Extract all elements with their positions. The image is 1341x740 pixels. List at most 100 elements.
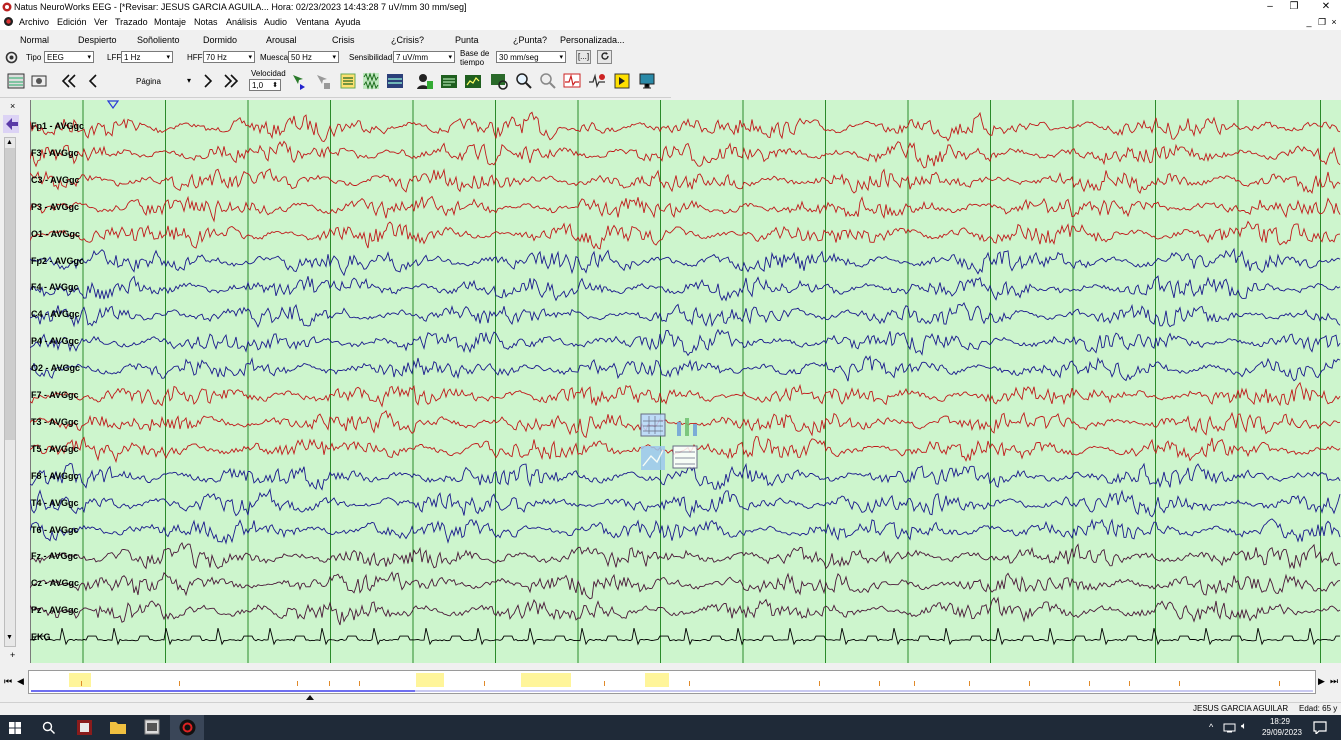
- first-page-icon[interactable]: [60, 72, 78, 90]
- spike-detection-icon[interactable]: [563, 72, 581, 90]
- timeline-event-tick[interactable]: [297, 681, 298, 686]
- timeline-overview[interactable]: [28, 670, 1316, 694]
- velocidad-spinner[interactable]: 1,0 ⬍: [249, 79, 281, 91]
- cursor-stop-icon[interactable]: [314, 72, 332, 90]
- channel-label[interactable]: Pz - AVGgc: [31, 605, 79, 615]
- timeline-end-icon[interactable]: ⏭: [1330, 676, 1338, 687]
- timeline-event-tick[interactable]: [604, 681, 605, 686]
- waveforms-icon[interactable]: [362, 72, 380, 90]
- channel-label[interactable]: P3 - AVGgc: [31, 202, 79, 212]
- timeline-event-tick[interactable]: [969, 681, 970, 686]
- preset-personalizada[interactable]: Personalizada...: [560, 35, 625, 45]
- mdi-close-button[interactable]: ×: [1328, 17, 1340, 27]
- preset-dormido[interactable]: Dormido: [203, 35, 237, 45]
- menu-edicion[interactable]: Edición: [57, 17, 87, 27]
- channel-label[interactable]: C3 - AVGgc: [31, 175, 80, 185]
- hff-select[interactable]: 70 Hz ▾: [203, 51, 255, 63]
- taskbar-active-app[interactable]: [170, 715, 204, 740]
- last-page-icon[interactable]: [222, 72, 240, 90]
- report-icon[interactable]: [440, 72, 458, 90]
- menu-archivo[interactable]: Archivo: [19, 17, 49, 27]
- ecg-detection-icon[interactable]: [588, 72, 606, 90]
- base-tiempo-select[interactable]: 30 mm/seg ▾: [496, 51, 566, 63]
- timeline-event-tick[interactable]: [914, 681, 915, 686]
- channel-label[interactable]: O2 - AVGgc: [31, 363, 80, 373]
- tray-chevron-icon[interactable]: ^: [1209, 722, 1213, 732]
- refresh-button[interactable]: [597, 50, 612, 64]
- channel-label[interactable]: T6 - AVGgc: [31, 525, 79, 535]
- menu-montaje[interactable]: Montaje: [154, 17, 186, 27]
- channel-label[interactable]: EKG: [31, 632, 51, 642]
- timeline-event-tick[interactable]: [1179, 681, 1180, 686]
- restore-button[interactable]: ❐: [1282, 0, 1306, 14]
- screen-layout-icon[interactable]: [386, 72, 404, 90]
- vertical-scroll-thumb[interactable]: [5, 148, 15, 440]
- gear-icon[interactable]: [5, 51, 18, 64]
- sensibilidad-select[interactable]: 7 uV/mm ▾: [393, 51, 455, 63]
- timeline-event-tick[interactable]: [879, 681, 880, 686]
- channel-label[interactable]: Fp2 - AVGgc: [31, 256, 84, 266]
- menu-ver[interactable]: Ver: [94, 17, 108, 27]
- mdi-restore-button[interactable]: ❐: [1316, 17, 1328, 28]
- timeline-event-tick[interactable]: [81, 681, 82, 686]
- muesca-select[interactable]: 50 Hz ▾: [288, 51, 339, 63]
- events-list-icon[interactable]: [339, 72, 357, 90]
- preset-crisis-q[interactable]: ¿Crisis?: [391, 35, 424, 45]
- preset-despierto[interactable]: Despierto: [78, 35, 117, 45]
- monitor-icon[interactable]: [638, 72, 656, 90]
- channel-label[interactable]: Fp1 - AVGgc: [31, 121, 84, 131]
- bracket-button[interactable]: [...]: [576, 50, 591, 64]
- patient-info-icon[interactable]: [416, 72, 434, 90]
- channel-label[interactable]: O1 - AVGgc: [31, 229, 80, 239]
- lff-select[interactable]: 1 Hz ▾: [121, 51, 173, 63]
- timeline-event-tick[interactable]: [1089, 681, 1090, 686]
- trends-icon[interactable]: [464, 72, 482, 90]
- clock-time[interactable]: 18:29: [1256, 717, 1290, 726]
- menu-audio[interactable]: Audio: [264, 17, 287, 27]
- scroll-up-icon[interactable]: ▲: [6, 139, 13, 146]
- time-cursor-marker-icon[interactable]: [107, 100, 119, 109]
- timeline-event-tick[interactable]: [1279, 681, 1280, 686]
- marker-icon[interactable]: [613, 72, 631, 90]
- preset-punta-q[interactable]: ¿Punta?: [513, 35, 547, 45]
- channel-label[interactable]: T4 - AVGgc: [31, 498, 79, 508]
- clock-date[interactable]: 29/09/2023: [1246, 728, 1302, 737]
- menu-ventana[interactable]: Ventana: [296, 17, 329, 27]
- timeline-event-tick[interactable]: [179, 681, 180, 686]
- timeline-back-icon[interactable]: ◀: [17, 676, 24, 687]
- close-panel-icon[interactable]: ×: [10, 101, 15, 111]
- close-button[interactable]: ✕: [1314, 0, 1338, 14]
- preset-sonoliento[interactable]: Soñoliento: [137, 35, 180, 45]
- timeline-position-icon[interactable]: [306, 695, 314, 700]
- timeline-event-tick[interactable]: [1129, 681, 1130, 686]
- file-explorer-icon[interactable]: [110, 720, 126, 734]
- previous-page-icon[interactable]: [84, 72, 102, 90]
- tipo-select[interactable]: EEG ▾: [44, 51, 94, 63]
- timeline-event-tick[interactable]: [484, 681, 485, 686]
- timeline-event-tick[interactable]: [689, 681, 690, 686]
- scroll-down-icon[interactable]: ▼: [6, 634, 13, 641]
- menu-trazado[interactable]: Trazado: [115, 17, 148, 27]
- search-icon[interactable]: [42, 721, 55, 734]
- menu-analisis[interactable]: Análisis: [226, 17, 257, 27]
- channel-label[interactable]: Fz - AVGgc: [31, 551, 78, 561]
- back-arrow-icon[interactable]: [3, 115, 19, 133]
- minimize-button[interactable]: –: [1258, 0, 1282, 14]
- zoom-out-icon[interactable]: [539, 72, 557, 90]
- channel-label[interactable]: T3 - AVGgc: [31, 417, 79, 427]
- taskbar-app-neuroworks-icon[interactable]: [76, 719, 93, 736]
- channel-label[interactable]: C4 - AVGgc: [31, 309, 80, 319]
- zoom-in-icon[interactable]: [515, 72, 533, 90]
- panel-pin-icon[interactable]: +: [10, 650, 15, 660]
- channel-label[interactable]: Cz - AVGgc: [31, 578, 79, 588]
- channel-label[interactable]: F7 - AVGgc: [31, 390, 79, 400]
- channel-label[interactable]: T5 - AVGgc: [31, 444, 79, 454]
- timeline-event-tick[interactable]: [819, 681, 820, 686]
- timeline-event-tick[interactable]: [329, 681, 330, 686]
- channel-label[interactable]: F3 - AVGgc: [31, 148, 79, 158]
- cursor-play-icon[interactable]: [290, 72, 308, 90]
- preset-normal[interactable]: Normal: [20, 35, 49, 45]
- preset-crisis[interactable]: Crisis: [332, 35, 355, 45]
- timeline-event-tick[interactable]: [1029, 681, 1030, 686]
- timeline-event-tick[interactable]: [359, 681, 360, 686]
